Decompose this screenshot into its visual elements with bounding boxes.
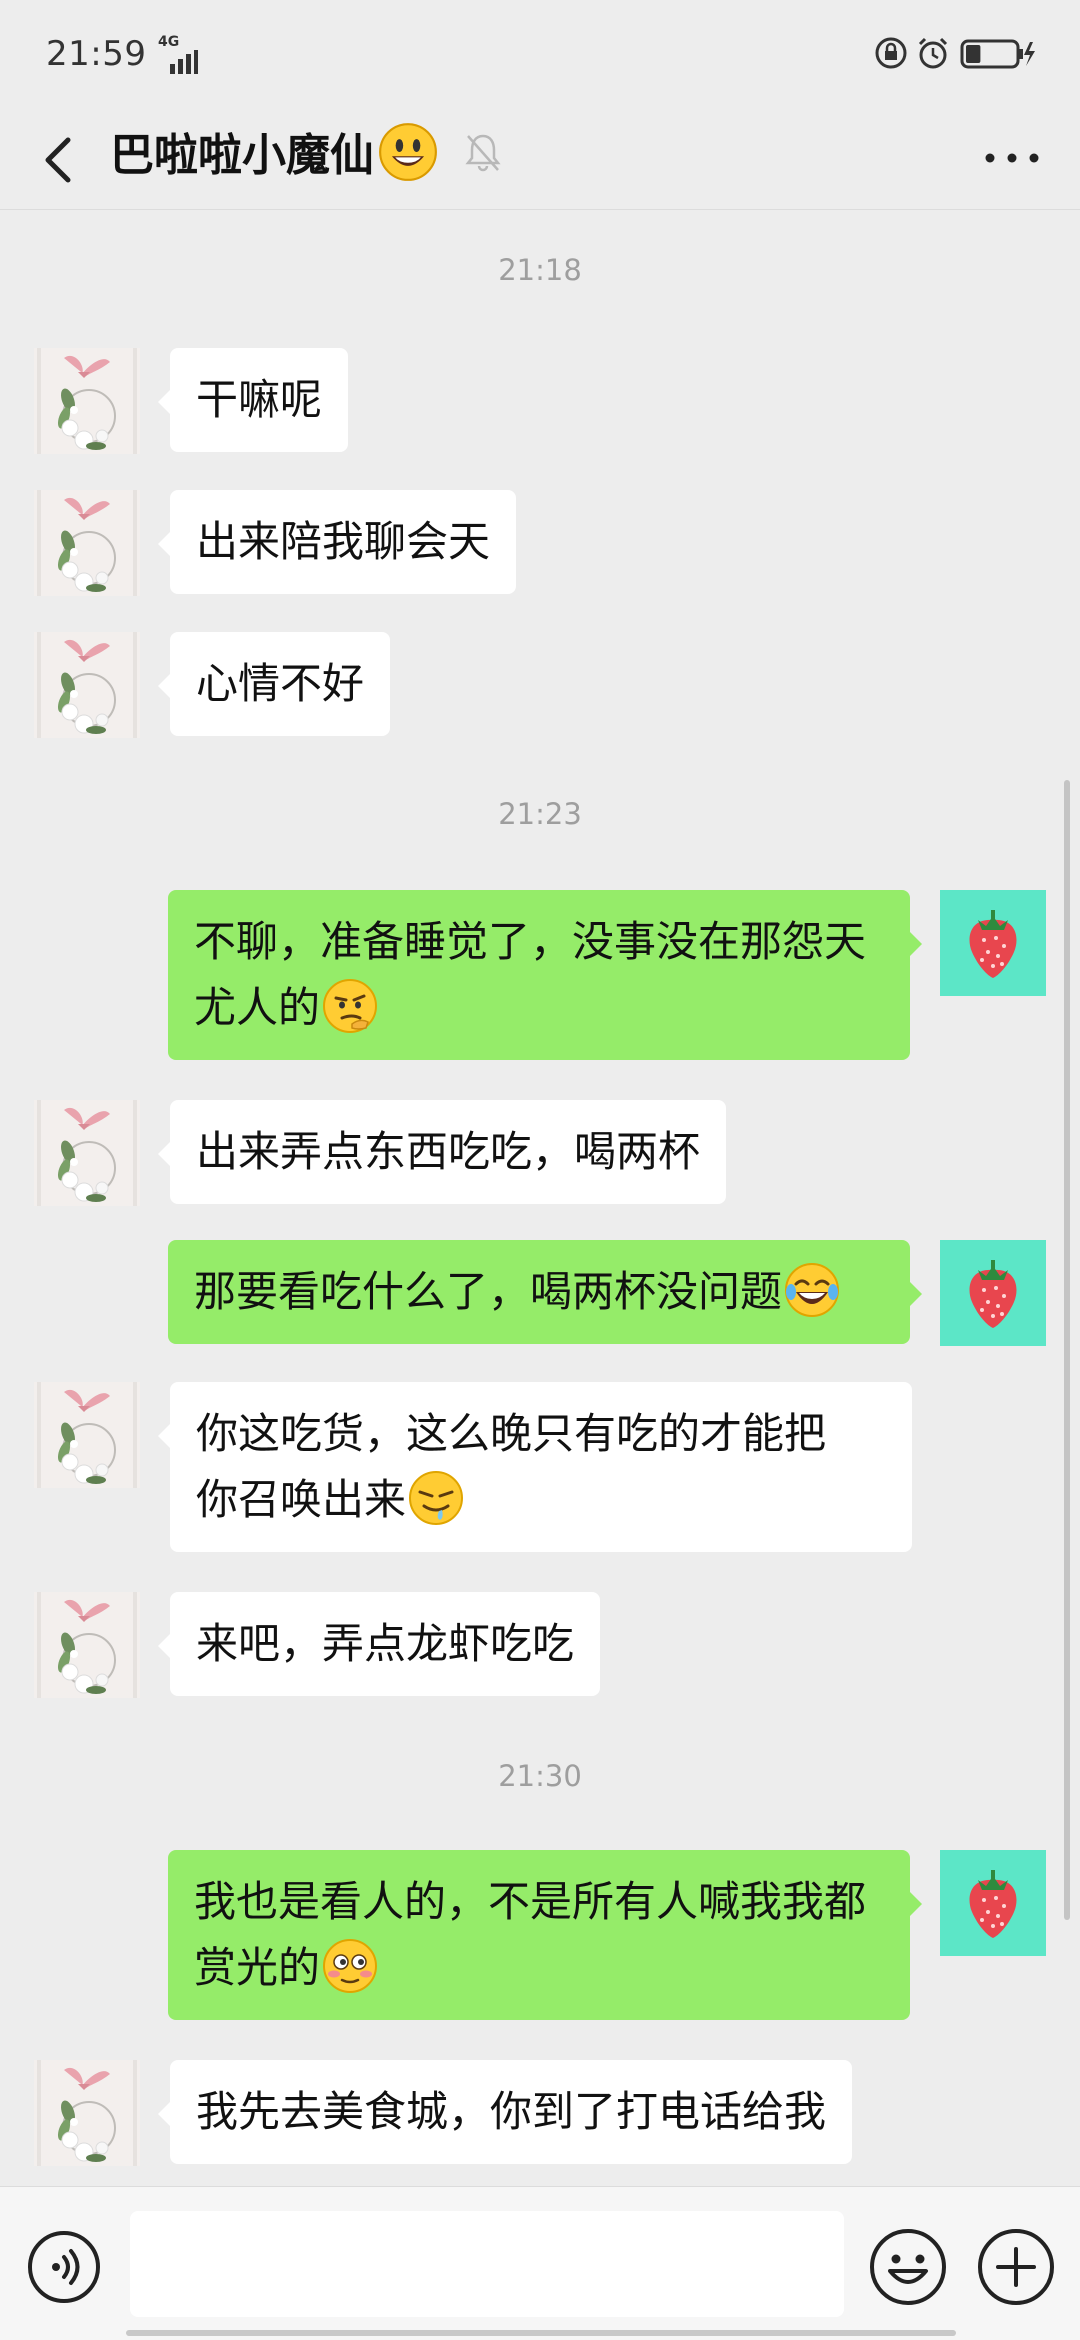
battery-icon: [960, 39, 1035, 69]
outgoing-message[interactable]: 那要看吃什么了，喝两杯没问题: [168, 1240, 922, 1344]
message-text: 干嘛呢: [196, 375, 323, 424]
message-text: 出来陪我聊会天: [196, 517, 491, 566]
mute-bell-icon: [465, 134, 501, 172]
message-text: 来吧，弄点龙虾吃吃: [196, 1619, 575, 1668]
contact-avatar[interactable]: [34, 632, 140, 738]
incoming-message[interactable]: 我先去美食城，你到了打电话给我: [157, 2060, 853, 2164]
message-text: 我先去美食城，你到了打电话给我: [196, 2087, 827, 2136]
drool-emoji-icon: [409, 1471, 464, 1525]
incoming-message[interactable]: 干嘛呢: [157, 348, 349, 452]
incoming-message[interactable]: 你这吃货，这么晚只有吃的才能把 你召唤出来: [158, 1382, 912, 1552]
message-text: 心情不好: [196, 659, 365, 708]
message-text: 那要看吃什么了，喝两杯没问题: [194, 1267, 783, 1316]
timestamp: 21:30: [498, 1759, 582, 1793]
rotation-lock-icon: [875, 37, 907, 69]
laugh-tears-emoji-icon: [785, 1263, 840, 1317]
message-text: 尤人的: [194, 983, 321, 1032]
incoming-message[interactable]: 来吧，弄点龙虾吃吃: [157, 1592, 601, 1696]
timestamp: 21:23: [498, 797, 582, 831]
contact-avatar[interactable]: [34, 348, 140, 454]
back-button[interactable]: [30, 126, 90, 194]
chat-title[interactable]: 巴啦啦小魔仙: [110, 124, 374, 188]
message-list[interactable]: 21:18 干嘛呢 出来陪我聊会天 心情不好 21:23 不聊，准备睡觉了，没事…: [0, 210, 1080, 2186]
status-time: 21:59: [46, 34, 147, 74]
input-bar: [0, 2186, 1080, 2340]
status-bar: 21:59 4G: [0, 0, 1080, 110]
contact-avatar[interactable]: [34, 1382, 140, 1488]
emoji-picker-button[interactable]: [868, 2227, 948, 2307]
outgoing-message[interactable]: 我也是看人的，不是所有人喊我我都 赏光的: [168, 1850, 922, 2020]
message-text: 不聊，准备睡觉了，没事没在那怨天: [194, 917, 867, 966]
smiley-emoji-icon: [379, 123, 437, 181]
alarm-icon: [918, 37, 948, 69]
scrollbar-thumb[interactable]: [1064, 780, 1070, 1920]
flushed-emoji-icon: [323, 1939, 378, 1993]
message-text: 你召唤出来: [196, 1475, 407, 1524]
more-functions-button[interactable]: [976, 2227, 1056, 2307]
voice-input-button[interactable]: [26, 2229, 102, 2305]
home-indicator[interactable]: [126, 2330, 956, 2336]
message-text: 出来弄点东西吃吃，喝两杯: [196, 1127, 701, 1176]
message-text: 赏光的: [194, 1943, 321, 1992]
contact-avatar[interactable]: [34, 2060, 140, 2166]
self-avatar[interactable]: [940, 1850, 1046, 1956]
incoming-message[interactable]: 出来陪我聊会天: [157, 490, 517, 594]
timestamp: 21:18: [498, 253, 582, 287]
incoming-message[interactable]: 出来弄点东西吃吃，喝两杯: [157, 1100, 727, 1204]
self-avatar[interactable]: [940, 890, 1046, 996]
contact-avatar[interactable]: [34, 1100, 140, 1206]
network-type-label: 4G: [158, 34, 180, 50]
message-text: 你这吃货，这么晚只有吃的才能把: [196, 1409, 827, 1458]
outgoing-message[interactable]: 不聊，准备睡觉了，没事没在那怨天 尤人的: [168, 890, 922, 1060]
thinking-emoji-icon: [323, 979, 378, 1033]
contact-avatar[interactable]: [34, 490, 140, 596]
signal-icon: [170, 50, 198, 74]
incoming-message[interactable]: 心情不好: [157, 632, 391, 736]
more-options-button[interactable]: [972, 130, 1052, 186]
self-avatar[interactable]: [940, 1240, 1046, 1346]
contact-avatar[interactable]: [34, 1592, 140, 1698]
message-input[interactable]: [130, 2211, 844, 2317]
message-text: 我也是看人的，不是所有人喊我我都: [194, 1877, 867, 1926]
chat-header: 巴啦啦小魔仙: [0, 110, 1080, 210]
